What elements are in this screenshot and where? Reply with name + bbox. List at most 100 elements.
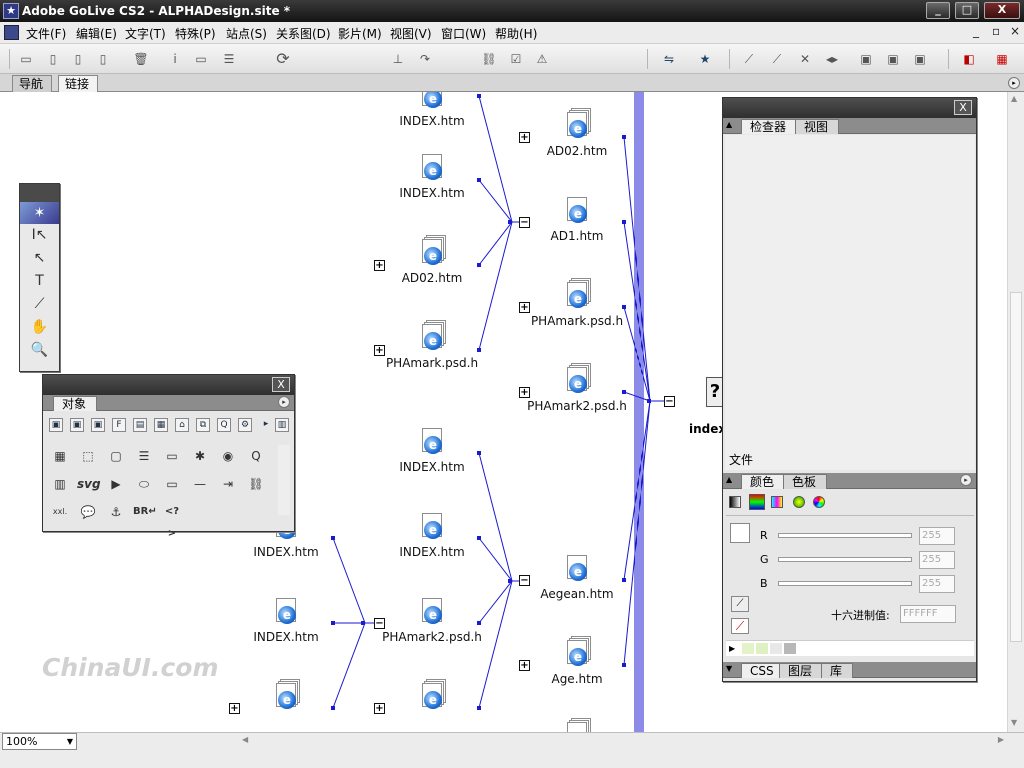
page-node[interactable]: e AD02.htm (522, 108, 632, 158)
page-node[interactable] (522, 718, 632, 732)
expand-button[interactable]: + (519, 132, 530, 143)
grayscale-mode-icon[interactable] (729, 496, 741, 508)
text-select-tool-icon[interactable]: I↖ (20, 224, 59, 247)
page-node[interactable]: e PHAmark.psd.h (522, 278, 632, 328)
hex-value-field[interactable]: FFFFFF (900, 605, 956, 623)
library-category-icon[interactable]: ▥ (275, 418, 289, 432)
palette-icon[interactable]: ▦ (994, 51, 1010, 67)
pointer-tool-icon[interactable]: ↖ (20, 247, 59, 270)
floating-box-icon[interactable]: ▢ (105, 445, 127, 467)
text-frame-tool-icon[interactable]: T (20, 270, 59, 293)
g-slider[interactable] (778, 557, 912, 562)
tab-swatches[interactable]: 色板 (783, 474, 828, 489)
expand-button[interactable]: + (519, 387, 530, 398)
doc-minimize-button[interactable]: _ (973, 24, 979, 38)
unknown-tag-icon[interactable]: <?> (161, 501, 183, 539)
trash-icon[interactable]: 🗑 (133, 51, 149, 67)
menu-help[interactable]: 帮助(H) (495, 25, 537, 42)
panel-menu-icon[interactable]: ▸ (278, 396, 290, 408)
eyedropper-tool-icon[interactable]: ⟋ (20, 293, 59, 316)
layout-grid-icon[interactable]: ⬚ (77, 445, 99, 467)
zoom-select[interactable]: 100% ▼ (2, 733, 77, 750)
menu-special[interactable]: 特殊(P) (175, 25, 216, 42)
g-value-field[interactable]: 255 (919, 551, 955, 569)
scroll-right-icon[interactable]: ▶ (998, 735, 1004, 744)
page-node[interactable]: e INDEX.htm (377, 92, 487, 128)
close-inspector-button[interactable]: X (954, 100, 972, 115)
head-category-icon[interactable]: ▣ (91, 418, 105, 432)
expand-button[interactable]: + (519, 660, 530, 671)
scroll-down-icon[interactable]: ▼ (1011, 718, 1017, 727)
b-value-field[interactable]: 255 (919, 575, 955, 593)
layout-category-icon[interactable]: ▦ (154, 418, 168, 432)
real-media-icon[interactable]: ▥ (49, 473, 71, 495)
spacer-icon[interactable]: ⇥ (217, 473, 239, 495)
page-node[interactable]: e INDEX.htm (231, 598, 341, 644)
basic-category-icon[interactable]: ▣ (49, 418, 63, 432)
list-icon[interactable]: ☰ (221, 51, 237, 67)
diagram-category-icon[interactable]: ⧉ (196, 418, 210, 432)
line-break-icon[interactable]: BR↵ (133, 501, 157, 523)
expand-arrow-icon[interactable]: ▶ (729, 644, 735, 653)
eyedropper-icon[interactable]: ⟋ (731, 596, 749, 612)
menu-movie[interactable]: 影片(M) (338, 25, 382, 42)
java-applet-icon[interactable]: ⬭ (133, 473, 155, 495)
wand-icon[interactable]: ⟋ (741, 51, 757, 67)
comment-icon[interactable]: 💬 (77, 501, 99, 523)
objects-panel-header[interactable]: X (43, 375, 294, 395)
site-category-icon[interactable]: ⌂ (175, 418, 189, 432)
r-value-field[interactable]: 255 (919, 527, 955, 545)
collapse-button[interactable]: − (519, 575, 530, 586)
collapse-button[interactable]: − (664, 396, 675, 407)
horizontal-line-icon[interactable]: — (189, 473, 211, 495)
tab-objects[interactable]: 对象 (53, 396, 98, 411)
site-icon[interactable]: ▣ (858, 51, 874, 67)
hsb-wheel-icon[interactable] (793, 496, 805, 508)
doc-restore-button[interactable]: ▫ (992, 24, 1000, 38)
expand-button[interactable]: + (374, 703, 385, 714)
table-icon[interactable]: ▦ (49, 445, 71, 467)
zoom-tool-icon[interactable]: 🔍 (20, 339, 59, 362)
objects-panel-scrollbar[interactable] (278, 445, 290, 515)
collapse-button[interactable]: − (374, 618, 385, 629)
recent-color-swatch[interactable] (770, 643, 782, 654)
close-button[interactable]: X (984, 2, 1020, 19)
new-item-icon[interactable]: ▯ (95, 51, 111, 67)
marquee-icon[interactable]: xxl. (49, 501, 71, 523)
check-icon[interactable]: ☑ (508, 51, 524, 67)
no-color-icon[interactable]: ⟋ (731, 618, 749, 634)
object-icon[interactable]: ▭ (161, 473, 183, 495)
quicktime-icon[interactable]: Q (245, 445, 267, 467)
color-panel-menu-icon[interactable]: ▸ (960, 474, 972, 486)
copy-icon[interactable]: ▣ (912, 51, 928, 67)
new-page-icon[interactable]: ▭ (18, 51, 34, 67)
sync-icon[interactable]: ▣ (885, 51, 901, 67)
vertical-scroll-thumb[interactable] (1010, 292, 1022, 642)
vertical-scrollbar[interactable]: ▲ ▼ (1007, 92, 1024, 732)
plugin-icon[interactable]: ✱ (189, 445, 211, 467)
page-node[interactable]: e INDEX.htm (377, 154, 487, 200)
b-slider[interactable] (778, 581, 912, 586)
rgb-mode-icon[interactable] (749, 494, 765, 510)
link-icon[interactable]: ⛓ (481, 51, 497, 67)
close-objects-panel-button[interactable]: X (272, 377, 290, 392)
page-node[interactable]: e PHAmark2.psd.h (522, 363, 632, 413)
page-node[interactable]: e PHAmark2.psd.h (377, 598, 487, 644)
frames-category-icon[interactable]: ▤ (133, 418, 147, 432)
hand-tool-icon[interactable]: ✋ (20, 316, 59, 339)
minimize-button[interactable]: _ (926, 2, 950, 19)
redo-icon[interactable]: ↷ (417, 51, 433, 67)
warning-icon[interactable]: ⚠ (534, 51, 550, 67)
menu-diagram[interactable]: 关系图(D) (276, 25, 331, 42)
page-node[interactable]: e PHAmark.psd.h (377, 320, 487, 370)
tab-layers[interactable]: 图层 (779, 663, 824, 678)
tab-navigation[interactable]: 导航 (12, 75, 53, 92)
tab-links[interactable]: 链接 (58, 75, 99, 92)
smart-objects-category-icon[interactable]: ⚙ (238, 418, 252, 432)
new-page-icon[interactable]: ▯ (45, 51, 61, 67)
tab-view[interactable]: 视图 (795, 119, 840, 134)
expand-button[interactable]: + (229, 703, 240, 714)
swf-icon[interactable]: ◉ (217, 445, 239, 467)
cmyk-mode-icon[interactable] (771, 496, 783, 508)
forms-category-icon[interactable]: F (112, 418, 126, 432)
